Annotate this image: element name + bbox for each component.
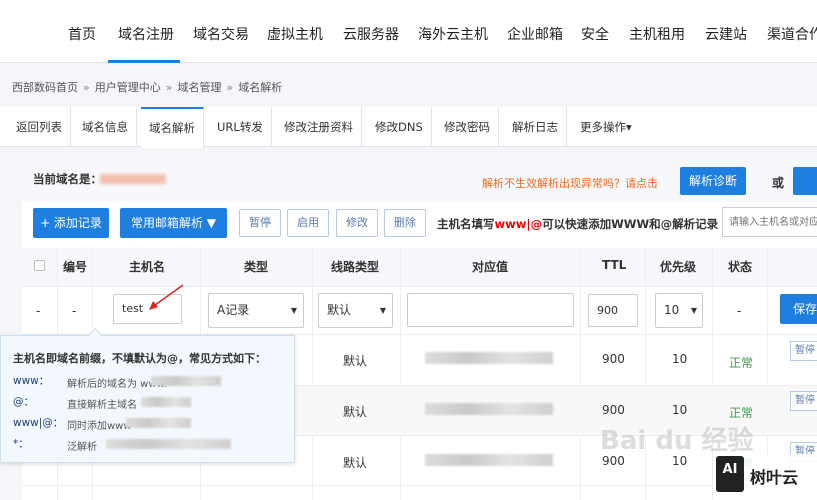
th-host: 主机名 xyxy=(129,260,166,274)
select-all-checkbox[interactable] xyxy=(34,260,45,271)
red-arrow-annotation xyxy=(149,284,184,310)
shuye-watermark: AI 树叶云 xyxy=(714,454,817,500)
chevron-down-icon: ▼ xyxy=(290,306,297,315)
shuye-logo-icon: AI xyxy=(716,456,744,492)
row-value-blurred xyxy=(425,454,553,466)
row-pause-button[interactable]: 暂停 xyxy=(790,391,817,411)
row-line: 默认 xyxy=(343,405,368,419)
nav-cloud-site[interactable]: 云建站 xyxy=(705,24,747,44)
save-button[interactable]: 保存 xyxy=(780,294,817,324)
tab-dns[interactable]: 域名解析 xyxy=(141,107,204,148)
row-priority: 10 xyxy=(672,352,688,366)
shuye-text: 树叶云 xyxy=(750,468,799,487)
crumb-home[interactable]: 西部数码首页 xyxy=(12,81,78,94)
edit-row-check: - xyxy=(36,304,41,318)
row-status: 正常 xyxy=(729,356,754,370)
refresh-button[interactable] xyxy=(793,167,817,195)
edit-row-status: - xyxy=(737,304,742,318)
th-line: 线路类型 xyxy=(331,260,380,274)
chevron-down-icon: ▼ xyxy=(379,306,386,315)
nav-enterprise-mail[interactable]: 企业邮箱 xyxy=(507,24,563,44)
nav-domain-trade[interactable]: 域名交易 xyxy=(193,24,249,44)
nav-virtual-host[interactable]: 虚拟主机 xyxy=(267,24,323,44)
row-line: 默认 xyxy=(343,354,368,368)
line-select[interactable]: 默认 ▼ xyxy=(318,293,393,328)
th-id: 编号 xyxy=(63,260,88,274)
hint-post: 可以快速添加WWW和@解析记录 xyxy=(542,217,719,231)
tab-url-forward[interactable]: URL转发 xyxy=(209,107,272,147)
nav-cloud-server[interactable]: 云服务器 xyxy=(343,24,399,44)
tooltip-key: www|@： xyxy=(13,417,64,429)
tab-dns-log[interactable]: 解析日志 xyxy=(504,107,567,147)
pause-button[interactable]: 暂停 xyxy=(239,209,281,237)
table-row xyxy=(22,485,817,500)
nav-channel[interactable]: 渠道合作 xyxy=(767,24,817,44)
nav-host-rent[interactable]: 主机租用 xyxy=(629,24,685,44)
tooltip-title: 主机名即域名前缀，不填默认为@，常见方式如下： xyxy=(13,352,266,365)
enable-button[interactable]: 启用 xyxy=(287,209,329,237)
add-record-button[interactable]: + 添加记录 xyxy=(33,208,109,238)
diagnose-button[interactable]: 解析诊断 xyxy=(680,167,746,195)
tooltip-key: *： xyxy=(13,438,29,450)
current-domain-label: 当前域名是： xyxy=(33,172,102,186)
chevron-down-icon: ▼ xyxy=(690,306,697,315)
type-select[interactable]: A记录 ▼ xyxy=(208,293,304,328)
warn-text: 解析不生效解析出现异常吗？请点击 xyxy=(482,177,658,190)
nav-security[interactable]: 安全 xyxy=(581,24,609,44)
tooltip-desc: 直接解析主域名 xyxy=(67,400,137,411)
priority-select[interactable]: 10 ▼ xyxy=(655,293,703,328)
breadcrumb: 西部数码首页» 用户管理中心» 域名管理» 域名解析 xyxy=(12,81,283,94)
baidu-watermark-text: Bai du 经验 xyxy=(600,426,754,456)
tooltip-key: @： xyxy=(13,396,34,408)
crumb-domain-manage[interactable]: 域名管理 xyxy=(177,81,221,94)
th-status: 状态 xyxy=(728,260,753,274)
tooltip-desc: 泛解析 xyxy=(67,442,97,453)
hint-text: 主机名填写www|@可以快速添加WWW和@解析记录 xyxy=(437,216,718,232)
edit-button[interactable]: 修改 xyxy=(336,209,378,237)
tab-back-list[interactable]: 返回列表 xyxy=(8,107,71,147)
nav-active-indicator xyxy=(108,60,180,63)
edit-row-id: - xyxy=(72,304,77,318)
domain-blurred xyxy=(100,174,166,184)
th-value: 对应值 xyxy=(472,260,509,274)
tooltip-desc: 同时添加www xyxy=(67,421,132,432)
tab-bar: 返回列表 域名信息 域名解析 URL转发 修改注册资料 修改DNS 修改密码 解… xyxy=(0,107,817,148)
top-nav: 首页 域名注册 域名交易 虚拟主机 云服务器 海外云主机 企业邮箱 安全 主机租… xyxy=(0,0,817,63)
th-priority: 优先级 xyxy=(660,260,697,274)
row-value-blurred xyxy=(425,352,553,364)
nav-overseas-cloud[interactable]: 海外云主机 xyxy=(418,24,488,44)
host-tooltip: 主机名即域名前缀，不填默认为@，常见方式如下： www： 解析后的域名为 www.… xyxy=(0,327,295,463)
ttl-input[interactable]: 900 xyxy=(588,294,638,327)
value-input[interactable] xyxy=(407,293,574,327)
search-input[interactable] xyxy=(722,207,817,237)
delete-button[interactable]: 删除 xyxy=(384,209,426,237)
row-status: 正常 xyxy=(729,406,754,420)
crumb-dns: 域名解析 xyxy=(238,81,283,94)
or-text: 或 xyxy=(772,176,785,190)
hint-pre: 主机名填写 xyxy=(437,217,495,231)
th-type: 类型 xyxy=(244,260,269,274)
tab-edit-dns[interactable]: 修改DNS xyxy=(367,107,432,147)
row-ttl: 900 xyxy=(602,352,625,366)
mail-resolve-button[interactable]: 常用邮箱解析 ▼ xyxy=(120,208,227,238)
crumb-user-center[interactable]: 用户管理中心 xyxy=(95,81,161,94)
row-ttl: 900 xyxy=(602,403,625,417)
type-value: A记录 xyxy=(217,303,250,317)
row-line: 默认 xyxy=(343,456,368,470)
tab-more[interactable]: 更多操作▾ xyxy=(572,107,640,147)
priority-value: 10 xyxy=(664,303,680,317)
line-value: 默认 xyxy=(327,303,352,317)
row-pause-button[interactable]: 暂停 xyxy=(790,341,817,361)
row-priority: 10 xyxy=(672,403,688,417)
tab-edit-password[interactable]: 修改密码 xyxy=(436,107,499,147)
nav-domain-register[interactable]: 域名注册 xyxy=(118,24,174,44)
row-value-blurred xyxy=(425,403,553,415)
tab-edit-registration[interactable]: 修改注册资料 xyxy=(276,107,362,147)
tab-domain-info[interactable]: 域名信息 xyxy=(74,107,137,147)
tooltip-key: www： xyxy=(13,375,50,387)
nav-home[interactable]: 首页 xyxy=(68,24,96,44)
hint-red: www|@ xyxy=(494,217,543,231)
th-ttl: TTL xyxy=(602,258,627,272)
baidu-watermark: Bai du 经验 xyxy=(600,420,754,457)
